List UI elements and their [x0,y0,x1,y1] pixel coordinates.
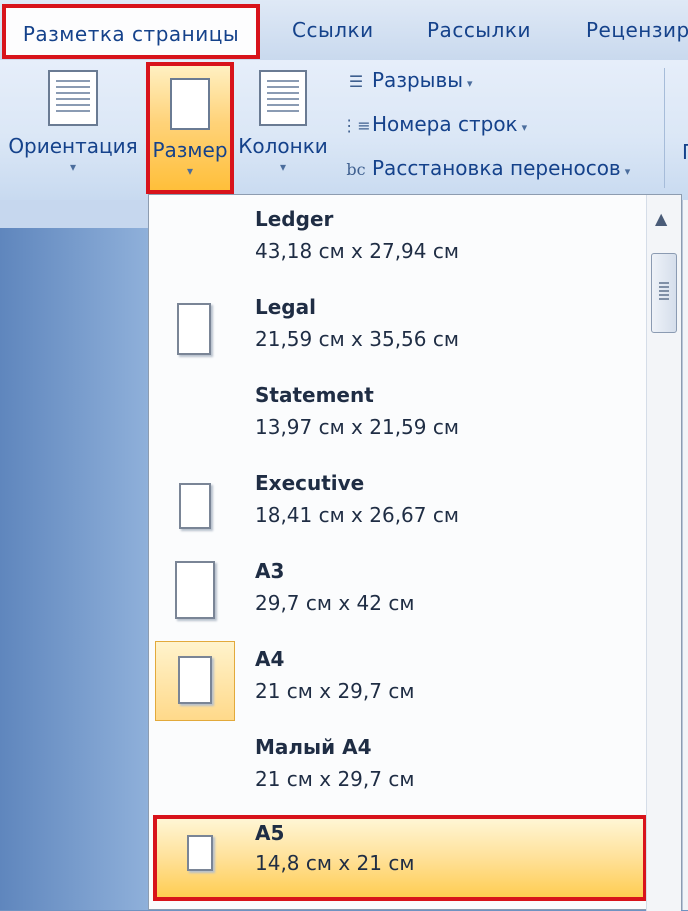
tab-review[interactable]: Рецензир [586,0,688,58]
list-item[interactable]: Executive 18,41 см х 26,67 см [149,465,649,553]
chevron-down-icon: ▾ [521,121,528,134]
chevron-down-icon: ▾ [69,160,77,174]
scrollbar-thumb[interactable] [651,253,677,333]
paper-size-dimensions: 21 см х 29,7 см [255,679,415,703]
list-item[interactable]: Legal 21,59 см х 35,56 см [149,289,649,377]
paper-icon-box [155,289,235,369]
scroll-up-arrow-icon[interactable]: ▲ [655,209,667,228]
hyphenation-button[interactable]: bc Расстановка переносов ▾ [340,156,630,180]
line-numbers-icon: ⋮≡ [341,116,371,135]
paper-size-dimensions: 14,8 см х 21 см [255,851,415,875]
dropdown-scrollbar[interactable]: ▲ [646,195,681,911]
ribbon-group-separator [664,68,665,188]
grip-icon [659,282,669,302]
columns-icon [259,70,307,126]
paper-size-dimensions: 13,97 см х 21,59 см [255,415,459,439]
paper-icon [179,483,211,529]
paper-icon-box [155,641,235,721]
orientation-label: Ориентация [8,134,138,158]
paper-icon-box [155,729,235,809]
list-item-selected[interactable]: A4 21 см х 29,7 см [149,641,649,729]
orientation-button[interactable]: Ориентация ▾ [6,70,140,174]
list-item[interactable]: Малый A4 21 см х 29,7 см [149,729,649,817]
paper-icon [187,835,213,871]
document-background [0,200,148,910]
chevron-down-icon: ▾ [624,165,631,178]
paper-size-name: Executive [255,471,365,495]
breaks-button[interactable]: ☰ Разрывы ▾ [340,68,473,92]
list-item-highlighted[interactable]: A5 14,8 см х 21 см [153,815,647,901]
tab-mailings[interactable]: Рассылки [427,0,531,58]
paper-icon-box [155,377,235,457]
paper-icon-box [159,821,239,901]
paper-size-dimensions: 43,18 см х 27,94 см [255,239,459,263]
paper-size-name: A3 [255,559,285,583]
paper-size-name: A4 [255,647,285,671]
paper-size-dimensions: 18,41 см х 26,67 см [255,503,459,527]
paper-icon [175,561,215,619]
paper-size-dimensions: 29,7 см х 42 см [255,591,415,615]
page-size-icon [170,78,210,130]
paper-size-name: Statement [255,383,374,407]
ribbon: Ориентация ▾ Размер ▾ Колонки ▾ ☰ Разрывы… [0,60,688,200]
paper-size-dimensions: 21 см х 29,7 см [255,767,415,791]
paper-size-name: Малый A4 [255,735,372,759]
chevron-down-icon: ▾ [279,160,287,174]
cut-off-ribbon-label: П [682,140,688,164]
paper-icon [178,656,212,704]
page-size-dropdown: Ledger 43,18 см х 27,94 см Legal 21,59 с… [148,194,682,911]
columns-label: Колонки [238,134,328,158]
ribbon-tab-bar: Разметка страницы Ссылки Рассылки Реценз… [0,0,688,61]
chevron-down-icon: ▾ [467,77,473,90]
tab-references[interactable]: Ссылки [292,0,374,58]
size-button[interactable]: Размер ▾ [146,62,234,194]
orientation-icon [48,70,98,126]
hyphenation-label: Расстановка переносов [372,156,621,180]
paper-size-dimensions: 21,59 см х 35,56 см [255,327,459,351]
list-item[interactable]: A3 29,7 см х 42 см [149,553,649,641]
breaks-icon: ☰ [348,72,364,91]
line-numbers-label: Номера строк [372,112,518,136]
size-label: Размер [152,138,228,162]
chevron-down-icon: ▾ [186,164,194,178]
paper-size-name: A5 [255,821,285,845]
paper-size-name: Legal [255,295,316,319]
breaks-label: Разрывы [372,68,464,92]
list-item[interactable]: Statement 13,97 см х 21,59 см [149,377,649,465]
list-item[interactable]: Ledger 43,18 см х 27,94 см [149,201,649,289]
columns-button[interactable]: Колонки ▾ [236,70,330,174]
document-page-edge [682,200,688,910]
tab-page-layout[interactable]: Разметка страницы [2,4,260,59]
paper-size-name: Ledger [255,207,334,231]
ruler-band [0,200,148,228]
paper-icon-box [155,201,235,281]
paper-icon-box [155,465,235,545]
line-numbers-button[interactable]: ⋮≡Номера строк ▾ [340,112,527,136]
paper-icon [177,303,211,355]
paper-icon-box [155,553,235,633]
hyphenation-icon: bc [346,160,366,179]
